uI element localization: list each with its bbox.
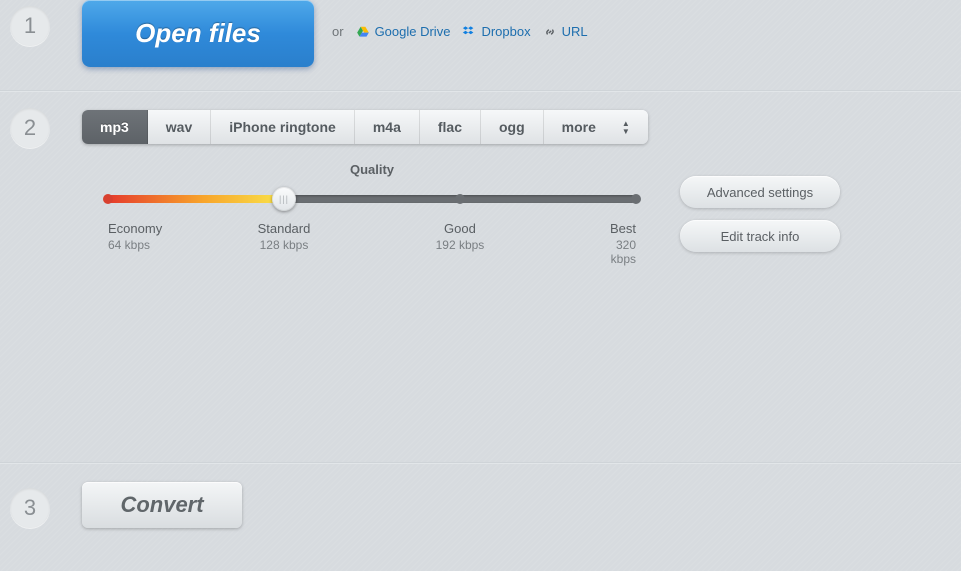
step-2-badge: 2	[10, 108, 50, 148]
slider-thumb[interactable]	[272, 187, 296, 211]
slider-fill	[108, 195, 282, 203]
quality-bitrate: 192 kbps	[436, 238, 485, 252]
quality-name: Economy	[108, 221, 162, 236]
quality-label-best: Best 320 kbps	[610, 221, 636, 266]
convert-button[interactable]: Convert	[82, 482, 242, 528]
dropbox-label: Dropbox	[481, 24, 530, 39]
quality-label-standard: Standard 128 kbps	[258, 221, 311, 252]
slider-tick-best[interactable]	[631, 194, 641, 204]
tab-m4a[interactable]: m4a	[355, 110, 420, 144]
or-label: or	[332, 24, 344, 39]
quality-label-good: Good 192 kbps	[436, 221, 485, 252]
advanced-settings-button[interactable]: Advanced settings	[680, 176, 840, 208]
tab-mp3[interactable]: mp3	[82, 110, 148, 144]
tab-flac[interactable]: flac	[420, 110, 481, 144]
dropbox-link[interactable]: Dropbox	[462, 24, 530, 39]
quality-bitrate: 64 kbps	[108, 238, 162, 252]
tab-ogg[interactable]: ogg	[481, 110, 544, 144]
dropbox-icon	[462, 25, 476, 39]
quality-panel: Quality Economy 64 kbps Standard 128 kbp…	[82, 162, 662, 261]
url-link[interactable]: URL	[543, 24, 588, 39]
slider-tick-economy[interactable]	[103, 194, 113, 204]
step-2: 2 mp3 wav iPhone ringtone m4a flac ogg m…	[0, 92, 961, 462]
quality-labels: Economy 64 kbps Standard 128 kbps Good 1…	[108, 221, 636, 261]
tab-wav[interactable]: wav	[148, 110, 211, 144]
quality-slider[interactable]	[108, 191, 636, 207]
updown-arrows-icon: ▲▼	[622, 120, 630, 135]
google-drive-link[interactable]: Google Drive	[356, 24, 451, 39]
quality-label-economy: Economy 64 kbps	[108, 221, 162, 252]
quality-bitrate: 320 kbps	[610, 238, 636, 266]
source-options: or Google Drive Dropbox URL	[332, 24, 588, 39]
quality-bitrate: 128 kbps	[258, 238, 311, 252]
step-3-badge: 3	[10, 488, 50, 528]
google-drive-icon	[356, 25, 370, 39]
google-drive-label: Google Drive	[375, 24, 451, 39]
open-files-button[interactable]: Open files	[82, 0, 314, 67]
quality-name: Standard	[258, 221, 311, 236]
edit-track-info-button[interactable]: Edit track info	[680, 220, 840, 252]
quality-name: Best	[610, 221, 636, 236]
tab-more-label: more	[562, 119, 596, 135]
tab-more[interactable]: more ▲▼	[544, 110, 648, 144]
step-1: 1 Open files or Google Drive Dropbox URL	[0, 0, 961, 90]
quality-name: Good	[444, 221, 476, 236]
slider-tick-good[interactable]	[455, 194, 465, 204]
quality-title: Quality	[82, 162, 662, 177]
side-buttons: Advanced settings Edit track info	[680, 176, 840, 252]
step-3: 3 Convert	[0, 464, 961, 554]
url-label: URL	[562, 24, 588, 39]
step-1-badge: 1	[10, 6, 50, 46]
tab-iphone-ringtone[interactable]: iPhone ringtone	[211, 110, 355, 144]
format-tabs: mp3 wav iPhone ringtone m4a flac ogg mor…	[82, 110, 648, 144]
link-icon	[543, 25, 557, 39]
